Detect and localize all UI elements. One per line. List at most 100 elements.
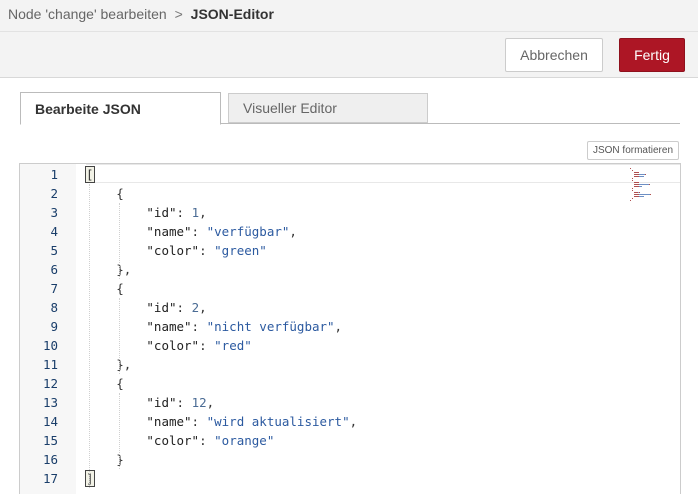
line-number: 2 — [50, 186, 58, 201]
json-punctuation: { — [116, 376, 124, 391]
json-key: "color" — [146, 338, 200, 353]
code-line[interactable]: "id": 12, — [146, 393, 214, 412]
indent-guide — [119, 298, 121, 374]
json-punctuation: : — [191, 414, 207, 429]
minimap-line — [632, 190, 633, 191]
json-number: 2 — [191, 300, 200, 315]
json-string: "green" — [214, 243, 267, 258]
json-punctuation: { — [116, 186, 124, 201]
json-key: "color" — [146, 433, 200, 448]
breadcrumb: Node 'change' bearbeiten > JSON-Editor — [0, 0, 698, 32]
code-line[interactable]: { — [116, 279, 124, 298]
json-punctuation: , — [349, 414, 358, 429]
line-number: 1 — [50, 167, 58, 182]
code-area[interactable]: [{"id": 1, "name": "verfügbar", "color": "… — [85, 164, 680, 494]
line-number: 10 — [42, 338, 58, 353]
line-number: 12 — [42, 376, 58, 391]
json-string: "red" — [214, 338, 252, 353]
json-punctuation: : — [176, 205, 192, 220]
line-number: 9 — [50, 319, 58, 334]
breadcrumb-separator: > — [174, 6, 183, 22]
minimap-line — [649, 184, 650, 185]
indent-guide — [89, 184, 90, 488]
json-punctuation: , — [334, 319, 343, 334]
done-button[interactable]: Fertig — [619, 38, 685, 72]
tray-toolbar: Abbrechen Fertig — [0, 32, 698, 78]
minimap-line — [638, 172, 640, 173]
tab-edit-json[interactable]: Bearbeite JSON — [20, 92, 221, 125]
json-punctuation: : — [199, 338, 215, 353]
editor-scrollbar[interactable] — [664, 164, 680, 494]
minimap-line — [630, 200, 631, 201]
code-line[interactable]: "id": 1, — [146, 203, 206, 222]
line-number: 8 — [50, 300, 58, 315]
code-line[interactable]: { — [116, 184, 124, 203]
code-line[interactable]: "name": "wird aktualisiert", — [146, 412, 357, 431]
json-string: "wird aktualisiert" — [206, 414, 350, 429]
cancel-button[interactable]: Abbrechen — [505, 38, 603, 72]
minimap-line — [638, 174, 646, 175]
minimap-line — [639, 176, 644, 177]
code-line[interactable]: "id": 2, — [146, 298, 206, 317]
minimap-line — [632, 178, 634, 179]
minimap-line — [638, 192, 640, 193]
code-line[interactable]: { — [116, 374, 124, 393]
json-key: "name" — [146, 414, 192, 429]
minimap-line — [638, 182, 640, 183]
json-punctuation: , — [289, 224, 297, 239]
format-json-button[interactable]: JSON formatieren — [587, 141, 679, 160]
line-number: 11 — [42, 357, 58, 372]
active-line-highlight — [86, 164, 680, 183]
code-line[interactable]: "color": "green" — [146, 241, 266, 260]
code-line[interactable]: [ — [85, 165, 95, 184]
line-number: 13 — [42, 395, 58, 410]
json-punctuation: : — [176, 395, 192, 410]
json-number: 12 — [191, 395, 207, 410]
tab-visual-editor[interactable]: Visueller Editor — [228, 93, 428, 123]
minimap-line — [638, 194, 651, 195]
json-punctuation: : — [199, 243, 215, 258]
line-number: 15 — [42, 433, 58, 448]
line-number: 6 — [50, 262, 58, 277]
minimap-line — [638, 184, 649, 185]
json-key: "name" — [146, 224, 192, 239]
breadcrumb-parent[interactable]: Node 'change' bearbeiten — [8, 6, 167, 22]
json-punctuation: : — [199, 433, 215, 448]
indent-guide — [119, 393, 121, 469]
minimap-line — [630, 168, 631, 169]
code-line[interactable]: "color": "red" — [146, 336, 251, 355]
minimap-line — [632, 170, 633, 171]
minimap-line — [632, 180, 633, 181]
minimap-line — [639, 186, 643, 187]
json-punctuation: , — [206, 395, 215, 410]
code-minimap[interactable] — [626, 164, 666, 204]
json-punctuation: , — [199, 205, 207, 220]
minimap-line — [632, 198, 633, 199]
line-number: 17 — [42, 471, 58, 486]
minimap-line — [639, 196, 645, 197]
code-line[interactable]: "name": "nicht verfügbar", — [146, 317, 342, 336]
line-number: 14 — [42, 414, 58, 429]
editor-tabs: Bearbeite JSON Visueller Editor — [20, 92, 680, 125]
minimap-line — [650, 194, 652, 195]
json-string: "orange" — [214, 433, 275, 448]
line-number: 16 — [42, 452, 58, 467]
line-number: 7 — [50, 281, 58, 296]
json-key: "color" — [146, 243, 200, 258]
json-punctuation: , — [199, 300, 207, 315]
line-number: 4 — [50, 224, 58, 239]
json-code-editor[interactable]: 1 2 3 4 5 6 7 8 9 10 11 12 13 14 15 16 17 [{"id": 1, "nam… — [19, 163, 681, 494]
json-punctuation: : — [191, 319, 207, 334]
json-punctuation: : — [191, 224, 207, 239]
json-punctuation: [ — [85, 166, 95, 183]
json-number: 1 — [191, 205, 200, 220]
line-number: 3 — [50, 205, 58, 220]
minimap-line — [632, 188, 634, 189]
line-number: 5 — [50, 243, 58, 258]
code-line[interactable]: "color": "orange" — [146, 431, 274, 450]
json-punctuation: : — [176, 300, 192, 315]
json-key: "id" — [146, 395, 177, 410]
breadcrumb-current: JSON-Editor — [190, 6, 274, 22]
json-punctuation: { — [116, 281, 124, 296]
code-line[interactable]: "name": "verfügbar", — [146, 222, 297, 241]
